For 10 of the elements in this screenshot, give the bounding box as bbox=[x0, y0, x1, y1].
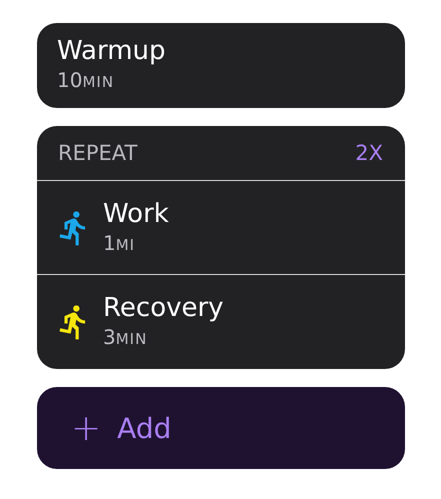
add-button[interactable]: + Add bbox=[37, 387, 405, 469]
duration-text: 3MIN bbox=[103, 324, 148, 351]
duration-text: 1MI bbox=[103, 230, 136, 256]
step-title[interactable]: Work bbox=[103, 198, 169, 230]
duration-text: 10MIN bbox=[57, 67, 114, 94]
step-title: Warmup bbox=[57, 35, 167, 67]
step-title[interactable]: Recovery bbox=[103, 292, 224, 324]
warmup-card[interactable]: Warmup 10MIN bbox=[37, 23, 405, 108]
repeat-label: REPEAT bbox=[58, 141, 138, 165]
repeat-count[interactable]: 2X bbox=[355, 141, 383, 165]
